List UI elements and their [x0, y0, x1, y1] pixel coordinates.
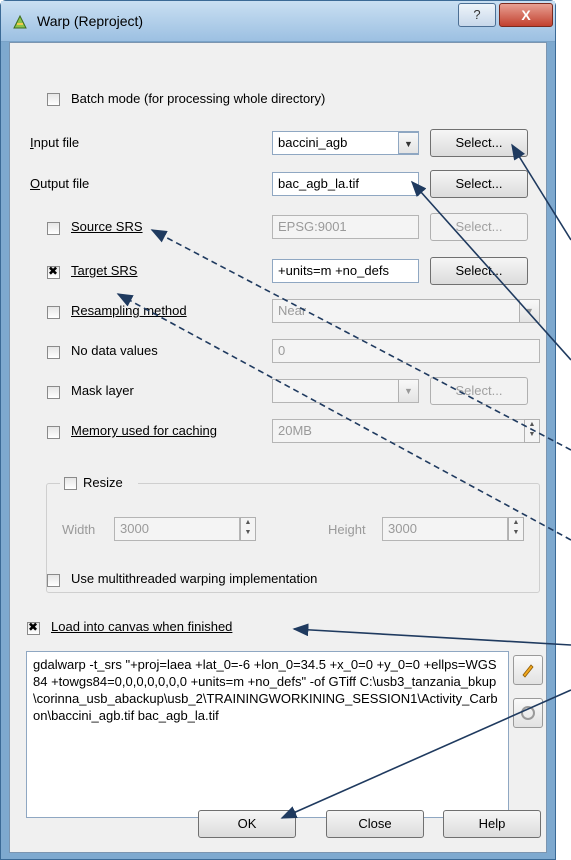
- chevron-down-icon[interactable]: ▼: [519, 300, 539, 322]
- mask-layer-combo[interactable]: [272, 379, 419, 403]
- memory-label: Memory used for caching: [71, 423, 217, 438]
- target-srs-checkbox[interactable]: [47, 264, 60, 279]
- resampling-label: Resampling method: [71, 303, 187, 318]
- load-canvas-checkbox[interactable]: [27, 620, 40, 635]
- mask-layer-checkbox[interactable]: [47, 386, 60, 399]
- output-select-button[interactable]: Select...: [430, 170, 528, 198]
- chevron-down-icon[interactable]: ▼: [398, 132, 419, 154]
- target-srs-label: Target SRS: [71, 263, 138, 278]
- nodata-input[interactable]: 0: [272, 339, 540, 363]
- dialog-body: Batch mode (for processing whole directo…: [9, 42, 547, 853]
- input-select-button[interactable]: Select...: [430, 129, 528, 157]
- title-bar: Warp (Reproject) ? X: [1, 1, 555, 42]
- height-label: Height: [328, 522, 366, 537]
- close-button[interactable]: Close: [326, 810, 424, 838]
- nodata-checkbox[interactable]: [47, 346, 60, 359]
- resampling-combo[interactable]: Near: [272, 299, 540, 323]
- memory-spinner[interactable]: ▲ ▼: [524, 419, 540, 443]
- resampling-checkbox[interactable]: [47, 306, 60, 319]
- width-input[interactable]: 3000: [114, 517, 240, 541]
- source-srs-input[interactable]: EPSG:9001: [272, 215, 419, 239]
- reset-icon[interactable]: [513, 698, 543, 728]
- target-srs-select-button[interactable]: Select...: [430, 257, 528, 285]
- source-srs-label: Source SRS: [71, 219, 143, 234]
- title-help-button[interactable]: ?: [458, 3, 496, 27]
- target-srs-input[interactable]: +units=m +no_defs: [272, 259, 419, 283]
- ok-button[interactable]: OK: [198, 810, 296, 838]
- batch-mode-checkbox[interactable]: [47, 93, 60, 106]
- memory-input[interactable]: 20MB: [272, 419, 540, 443]
- help-button[interactable]: Help: [443, 810, 541, 838]
- qgis-icon: [13, 14, 27, 29]
- pencil-icon[interactable]: [513, 655, 543, 685]
- nodata-label: No data values: [71, 343, 158, 358]
- output-file-input[interactable]: bac_agb_la.tif: [272, 172, 419, 196]
- height-input[interactable]: 3000: [382, 517, 508, 541]
- input-file-combo[interactable]: baccini_agb: [272, 131, 419, 155]
- input-file-label: Input file: [30, 135, 80, 150]
- input-file-value: baccini_agb: [278, 135, 348, 150]
- command-text[interactable]: gdalwarp -t_srs "+proj=laea +lat_0=-6 +l…: [26, 651, 509, 818]
- load-canvas-label: Load into canvas when finished: [51, 619, 233, 634]
- multithread-label: Use multithreaded warping implementation: [71, 571, 318, 586]
- warp-dialog-window: Warp (Reproject) ? X Batch mode (for pro…: [0, 0, 556, 860]
- mask-layer-label: Mask layer: [71, 383, 134, 398]
- width-label: Width: [62, 522, 96, 537]
- title-close-button[interactable]: X: [499, 3, 553, 27]
- height-spinner[interactable]: ▲ ▼: [508, 517, 524, 541]
- mask-select-button[interactable]: Select...: [430, 377, 528, 405]
- source-srs-select-button[interactable]: Select...: [430, 213, 528, 241]
- chevron-down-icon[interactable]: ▼: [398, 380, 418, 402]
- output-file-label: Output file: [30, 176, 90, 191]
- resize-checkbox[interactable]: [64, 477, 77, 490]
- window-title: Warp (Reproject): [37, 13, 144, 29]
- width-spinner[interactable]: ▲ ▼: [240, 517, 256, 541]
- memory-checkbox[interactable]: [47, 426, 60, 439]
- resize-label: Resize: [83, 475, 123, 490]
- batch-mode-label: Batch mode (for processing whole directo…: [71, 91, 326, 106]
- multithread-checkbox[interactable]: [47, 574, 60, 587]
- resize-legend: Resize: [60, 475, 138, 491]
- source-srs-checkbox[interactable]: [47, 222, 60, 235]
